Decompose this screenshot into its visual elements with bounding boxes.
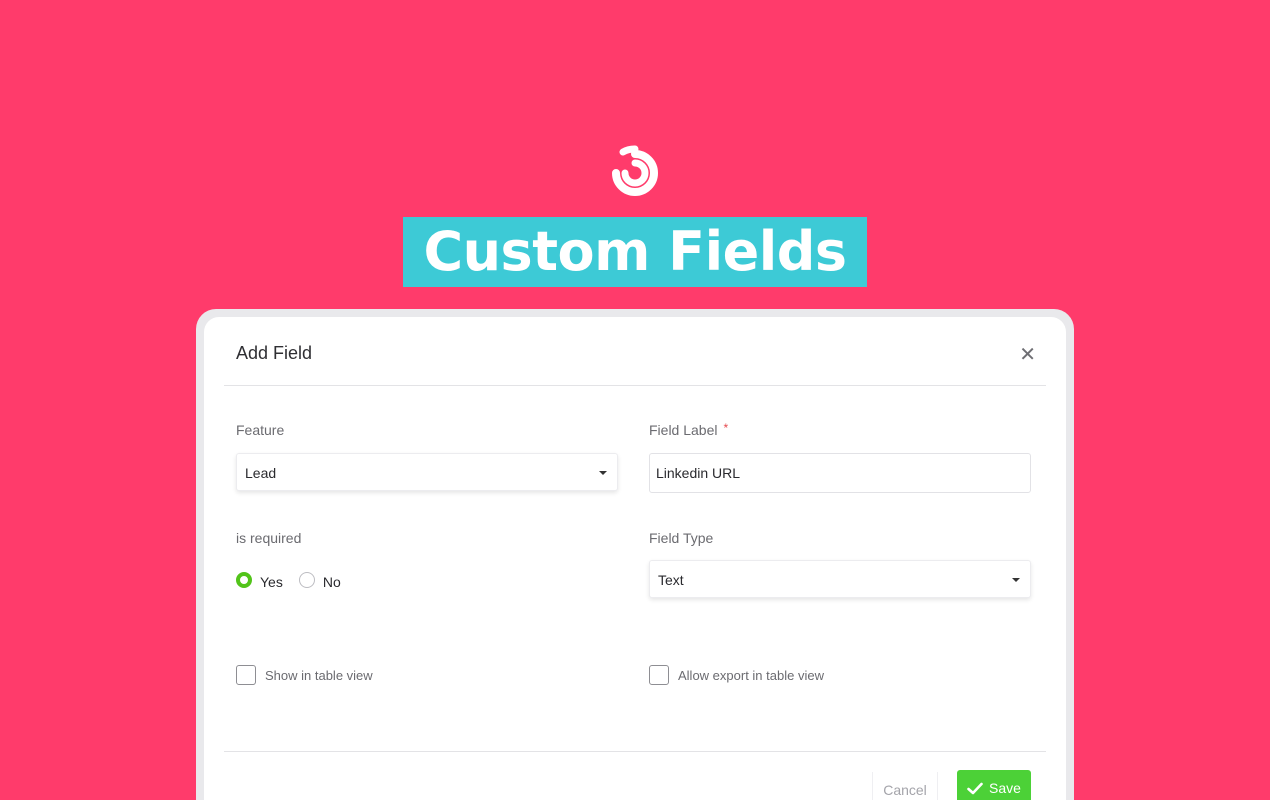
radio-yes-label: Yes	[260, 574, 283, 590]
add-field-modal: Add Field ✕ Feature Lead Field Label * is…	[204, 317, 1066, 800]
close-icon[interactable]: ✕	[1019, 345, 1036, 365]
feature-select[interactable]: Lead	[236, 453, 618, 491]
chevron-down-icon	[599, 471, 607, 475]
modal-header: Add Field ✕	[224, 317, 1046, 386]
field-label-text: Field Label	[649, 422, 718, 438]
chevron-down-icon	[1012, 578, 1020, 582]
field-type-label: Field Type	[649, 530, 714, 546]
radio-no-label: No	[322, 574, 341, 590]
modal-title: Add Field	[236, 343, 313, 363]
is-required-radio-group: Yes No	[236, 572, 357, 590]
allow-export-option[interactable]: Allow export in table view	[649, 665, 824, 685]
feature-select-value: Lead	[245, 465, 277, 481]
page-background: Custom Fields Add Field ✕ Feature Lead F…	[0, 0, 1270, 800]
check-icon	[967, 782, 983, 794]
field-label-label: Field Label *	[649, 421, 729, 438]
is-required-label: is required	[236, 530, 302, 546]
save-button[interactable]: Save	[957, 770, 1031, 800]
show-in-table-view-label: Show in table view	[265, 667, 373, 683]
footer-divider	[224, 751, 1046, 752]
save-button-label: Save	[989, 780, 1021, 796]
allow-export-checkbox[interactable]	[649, 665, 669, 685]
required-star: *	[723, 421, 729, 435]
field-type-select-value: Text	[658, 572, 684, 588]
show-in-table-view-checkbox[interactable]	[236, 665, 256, 685]
feature-label: Feature	[236, 422, 285, 438]
radio-yes[interactable]: Yes	[236, 572, 283, 590]
field-type-select[interactable]: Text	[649, 560, 1031, 598]
banner-title: Custom Fields	[423, 220, 847, 283]
radio-no[interactable]: No	[298, 572, 341, 590]
cancel-button[interactable]: Cancel	[872, 772, 938, 800]
radio-yes-button[interactable]	[236, 572, 252, 588]
field-label-input[interactable]	[649, 453, 1031, 493]
show-in-table-view-option[interactable]: Show in table view	[236, 665, 373, 685]
radio-no-button[interactable]	[298, 572, 315, 588]
title-banner: Custom Fields	[403, 217, 867, 287]
allow-export-label: Allow export in table view	[678, 667, 824, 683]
swirl-logo-icon	[612, 145, 658, 196]
